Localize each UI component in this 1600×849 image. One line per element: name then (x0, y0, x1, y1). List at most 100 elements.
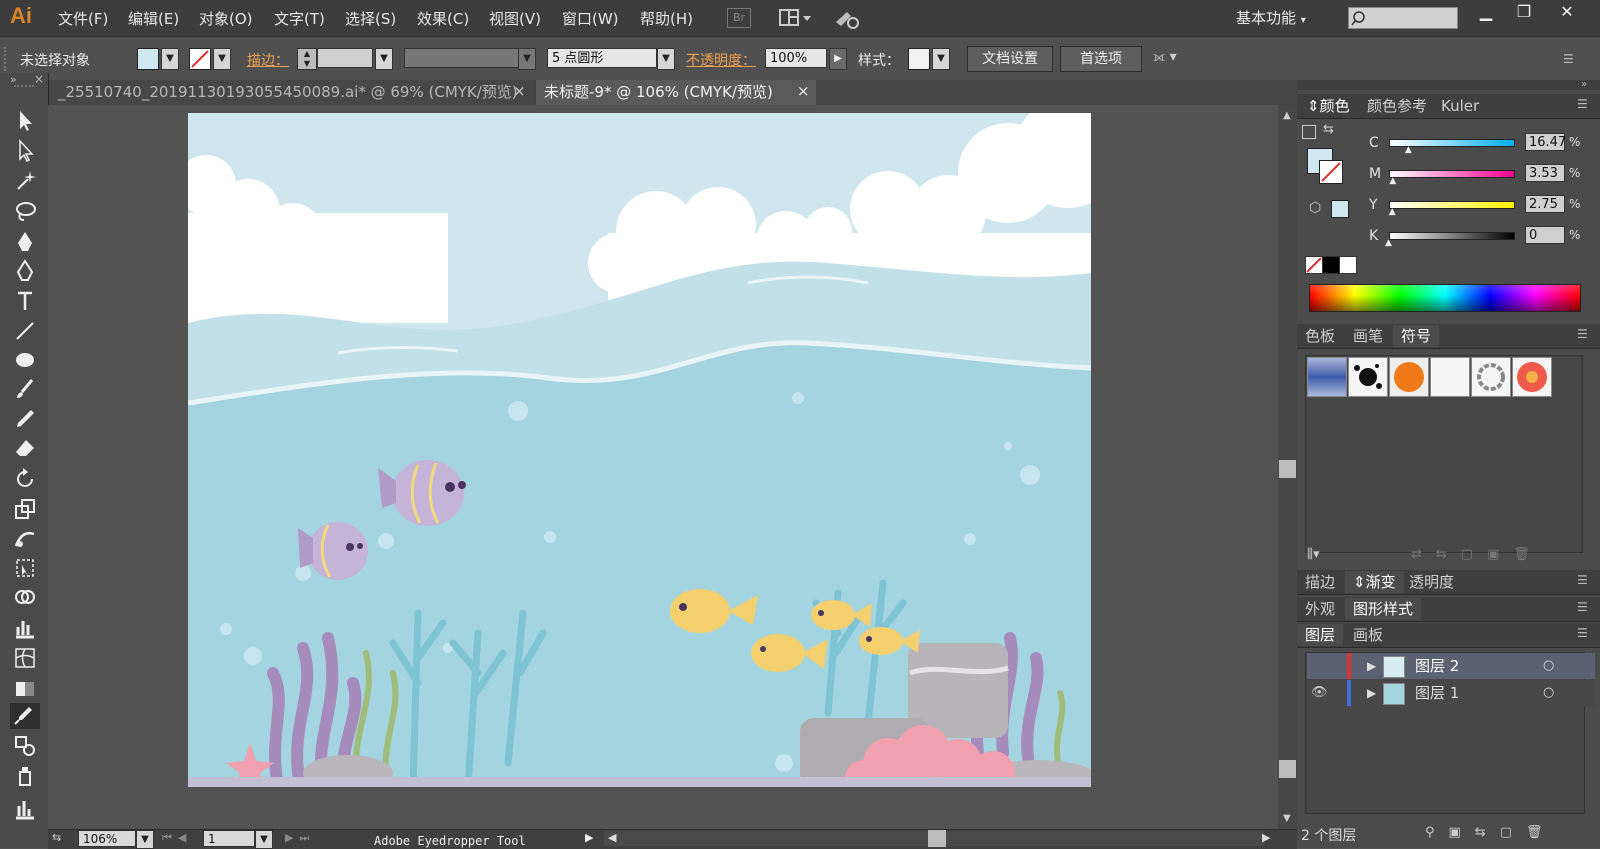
layer-1-name[interactable]: 图层 1 (1415, 680, 1459, 706)
cmyk-slider-k[interactable] (1389, 232, 1515, 240)
swap-colors-icon[interactable]: ⇆ (1323, 122, 1334, 137)
cmyk-value-y[interactable]: 2.75 (1525, 195, 1565, 213)
zoom-input[interactable]: 106% (78, 830, 136, 847)
selection-tool[interactable] (12, 108, 38, 134)
status-icon[interactable]: ⇆ (52, 831, 61, 844)
stroke-label[interactable]: 描边： (247, 50, 289, 70)
stroke-link[interactable]: 描边： (247, 53, 289, 69)
artboard[interactable] (188, 113, 1091, 787)
gpu-performance-icon[interactable] (833, 8, 861, 30)
width-profile-dropdown[interactable]: ▼ (518, 48, 536, 70)
fill-swatch[interactable] (137, 48, 159, 70)
tab-color[interactable]: ⇕颜色 (1299, 95, 1358, 117)
layer-1-expand-icon[interactable]: ▶ (1367, 680, 1376, 706)
arrange-icon[interactable]: ⟗ ▾ (1153, 49, 1193, 69)
line-tool[interactable] (12, 318, 38, 344)
type-tool[interactable] (12, 288, 38, 314)
bridge-button[interactable]: Br (727, 8, 751, 28)
panels-collapse-icon[interactable]: » (1581, 79, 1587, 90)
shape-builder-tool[interactable] (12, 585, 38, 611)
column-graph-tool[interactable] (12, 796, 38, 822)
direct-selection-tool[interactable] (12, 138, 38, 164)
variable-width-profile[interactable] (404, 48, 524, 68)
menu-edit[interactable]: 编辑(E) (128, 8, 179, 29)
tab-transparency[interactable]: 透明度 (1401, 571, 1462, 593)
color-spectrum[interactable] (1309, 284, 1581, 312)
tab-graphic-styles[interactable]: 图形样式 (1345, 598, 1422, 620)
artboard-input[interactable]: 1 (203, 830, 255, 847)
symbol-blue-banner[interactable] (1307, 357, 1347, 397)
ellipse-tool[interactable] (12, 347, 38, 373)
menu-window[interactable]: 窗口(W) (562, 8, 619, 29)
status-menu-icon[interactable]: ▶ (585, 831, 593, 844)
stroke-weight-stepper[interactable]: ▲ ▼ (297, 48, 317, 70)
scroll-left-icon[interactable]: ◀ (608, 831, 616, 844)
minimize-button[interactable]: ▁ (1467, 0, 1505, 26)
control-menu-icon[interactable]: ☰ (1563, 52, 1583, 66)
gamut-swatch[interactable] (1331, 200, 1349, 218)
eyedropper-tool[interactable] (10, 703, 40, 729)
zoom-dropdown[interactable]: ▼ (136, 830, 154, 849)
brush-dropdown[interactable]: ▼ (657, 48, 675, 70)
opacity-input[interactable]: 100% (765, 48, 827, 68)
cmyk-slider-y[interactable] (1389, 201, 1515, 209)
menu-file[interactable]: 文件(F) (58, 8, 108, 29)
close-window-button[interactable]: ✕ (1548, 0, 1586, 26)
layers-panel-menu-icon[interactable]: ☰ (1577, 626, 1588, 640)
opacity-link[interactable]: 不透明度： (686, 53, 756, 69)
paintbrush-tool[interactable] (12, 376, 38, 402)
tab-appearance[interactable]: 外观 (1297, 598, 1343, 620)
arrange-documents-icon[interactable] (779, 8, 813, 28)
tab-swatches[interactable]: 色板 (1297, 325, 1343, 347)
symbol-libraries-icon[interactable]: ⫼▾ (1307, 547, 1320, 562)
layer-1-target-icon[interactable]: ○ (1543, 680, 1554, 706)
tab-layers[interactable]: 图层 (1297, 624, 1344, 646)
symbol-flower[interactable] (1512, 357, 1552, 397)
stroke-swatch[interactable] (189, 48, 211, 70)
white-swatch[interactable] (1339, 256, 1357, 274)
fill-dropdown[interactable]: ▼ (161, 48, 179, 70)
color-panel-menu-icon[interactable]: ☰ (1577, 97, 1588, 111)
stroke-weight-dropdown[interactable]: ▼ (375, 48, 393, 70)
pen-curvature-tool[interactable] (12, 258, 38, 284)
stroke-weight-input[interactable] (317, 48, 373, 68)
warp-tool[interactable] (12, 526, 38, 552)
cmyk-slider-thumb-y[interactable]: ▲ (1389, 207, 1396, 217)
cmyk-value-k[interactable]: 0 (1525, 226, 1565, 244)
tab-kuler[interactable]: Kuler (1433, 95, 1487, 117)
tab-document-1-close-icon[interactable]: × (513, 82, 526, 100)
gradient-tool[interactable] (12, 676, 38, 702)
pencil-tool[interactable] (12, 406, 38, 432)
tools-grip[interactable] (14, 85, 34, 87)
horizontal-scroll-thumb[interactable] (928, 830, 946, 847)
workspace-switcher[interactable]: 基本功能 ▾ (1236, 7, 1306, 28)
artboard-dropdown[interactable]: ▼ (255, 830, 273, 849)
opacity-slider-button[interactable]: ▶ (829, 48, 847, 70)
cmyk-slider-m[interactable] (1389, 170, 1515, 178)
stroke-panel-menu-icon[interactable]: ☰ (1577, 573, 1588, 587)
menu-help[interactable]: 帮助(H) (640, 8, 693, 29)
layer-row-1[interactable]: 👁 ▶ 图层 1 ○ (1307, 680, 1595, 706)
tab-document-2-close-icon[interactable]: × (797, 82, 810, 100)
menu-effect[interactable]: 效果(C) (417, 8, 469, 29)
scroll-right-icon[interactable]: ▶ (1262, 831, 1270, 844)
mesh-tool[interactable] (12, 645, 38, 671)
layer-2-target-icon[interactable]: ○ (1543, 653, 1554, 679)
help-search-input[interactable] (1348, 7, 1458, 29)
blend-tool[interactable] (12, 733, 38, 759)
scroll-up-icon[interactable]: ▲ (1283, 110, 1291, 121)
cmyk-slider-thumb-m[interactable]: ▲ (1389, 176, 1396, 186)
appearance-panel-menu-icon[interactable]: ☰ (1577, 600, 1588, 614)
artboard-nav-next[interactable]: ▶⏭ (285, 831, 315, 845)
stroke-dropdown[interactable]: ▼ (213, 48, 231, 70)
layer-actions[interactable]: ⚲▣⇆▢🗑 (1425, 825, 1595, 840)
menu-select[interactable]: 选择(S) (345, 8, 396, 29)
tools-close-icon[interactable]: × (34, 72, 44, 86)
cmyk-value-m[interactable]: 3.53 (1525, 164, 1565, 182)
rotate-tool[interactable] (12, 466, 38, 492)
tab-gradient[interactable]: ⇕渐变 (1345, 571, 1404, 593)
symbol-sprayer-tool[interactable] (12, 763, 38, 789)
menu-type[interactable]: 文字(T) (274, 8, 325, 29)
menu-view[interactable]: 视图(V) (489, 8, 541, 29)
document-setup-button[interactable]: 文档设置 (967, 46, 1053, 72)
